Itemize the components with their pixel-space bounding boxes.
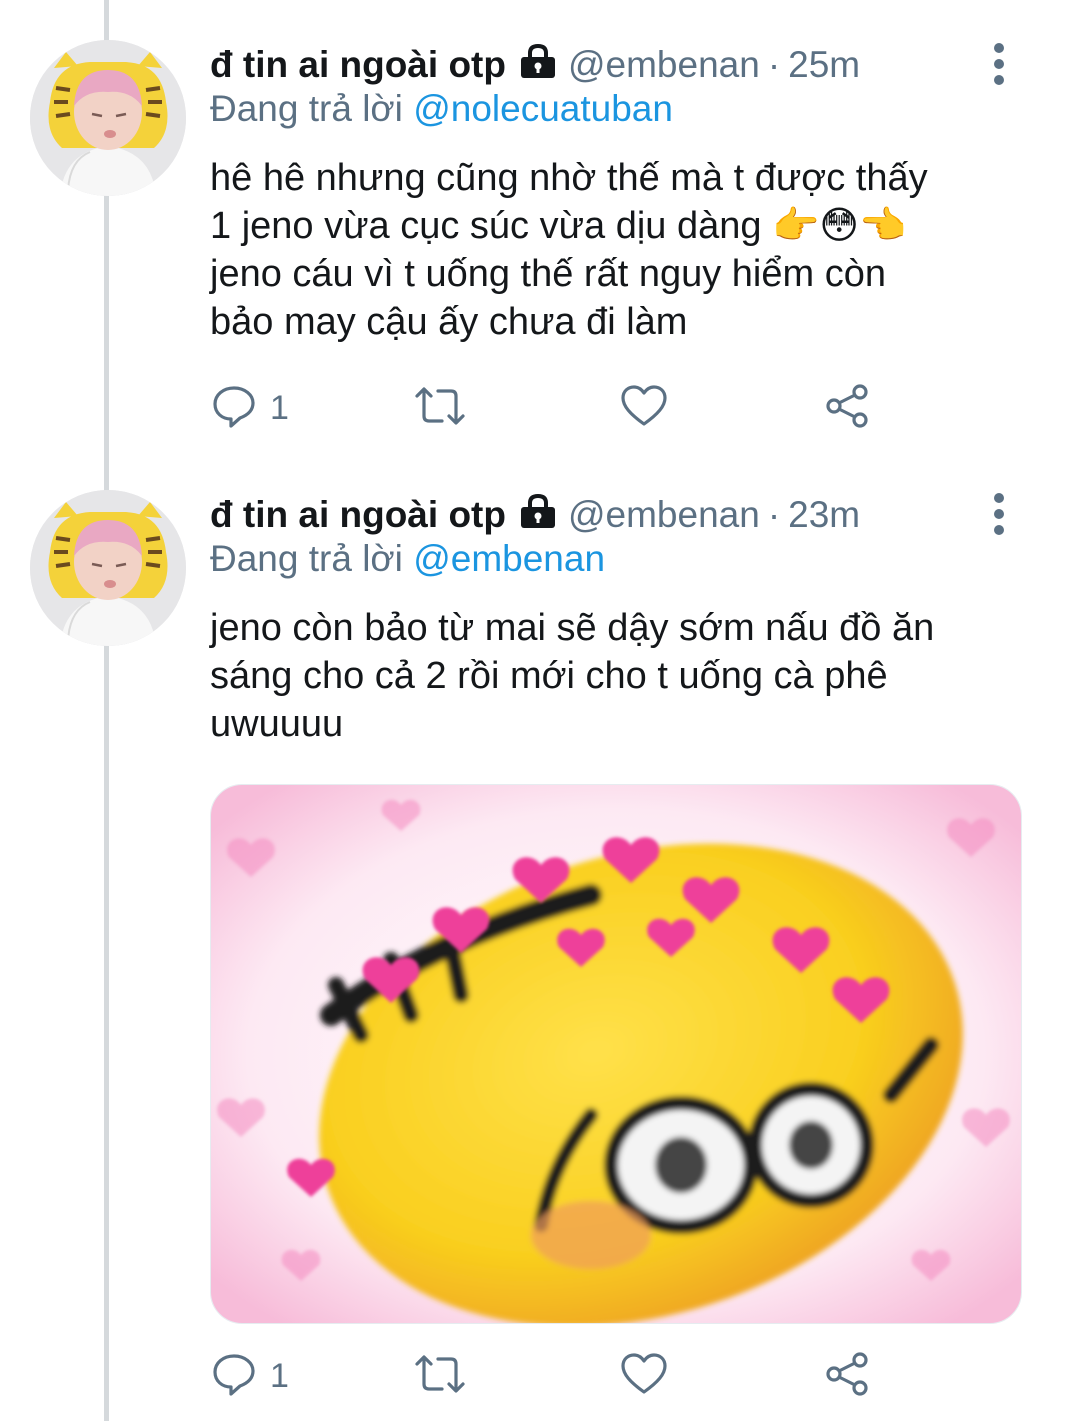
author-name[interactable]: đ tin ai ngoài otp [210, 494, 506, 536]
replying-prefix: Đang trả lời [210, 88, 403, 129]
author-name[interactable]: đ tin ai ngoài otp [210, 44, 506, 86]
retweet-icon [412, 384, 468, 433]
like-button[interactable] [620, 378, 668, 438]
avatar[interactable] [30, 490, 186, 646]
tweet-text-line: 1 jeno vừa cục súc vừa dịu dàng 👉😳👈 [210, 205, 907, 247]
reply-icon [212, 384, 256, 433]
tweet-text: jeno còn bảo từ mai sẽ dậy sớm nấu đồ ăn… [210, 604, 1030, 748]
reply-count: 1 [270, 1356, 289, 1395]
tweet-media-image[interactable] [210, 784, 1022, 1324]
tweet-text: hê hê nhưng cũng nhờ thế mà t được thấy … [210, 154, 1030, 346]
tweet-text-line: bảo may cậu ấy chưa đi làm [210, 301, 688, 343]
share-icon [824, 1350, 872, 1403]
replying-to: Đang trả lời @nolecuatuban [210, 88, 673, 130]
timestamp[interactable]: 23m [788, 494, 860, 536]
author-handle[interactable]: @embenan [568, 44, 760, 86]
tweet-text-line: uwuuuu [210, 703, 344, 745]
retweet-icon [412, 1352, 468, 1401]
timestamp[interactable]: 25m [788, 44, 860, 86]
tweet[interactable]: đ tin ai ngoài otp @embenan · 25m Đang t… [0, 40, 1080, 460]
lock-icon [518, 43, 558, 88]
reply-button[interactable]: 1 [212, 1346, 289, 1406]
share-icon [824, 382, 872, 435]
lock-icon [518, 493, 558, 538]
share-button[interactable] [824, 378, 872, 438]
reply-icon [212, 1352, 256, 1401]
share-button[interactable] [824, 1346, 872, 1406]
separator-dot: · [767, 494, 781, 535]
tweet-text-line: hê hê nhưng cũng nhờ thế mà t được thấy [210, 157, 928, 199]
avatar[interactable] [30, 40, 186, 196]
tweet-text-line: jeno cáu vì t uống thế rất nguy hiểm còn [210, 253, 886, 295]
like-icon [620, 1352, 668, 1401]
tweet-actions: 1 [212, 1346, 892, 1406]
tweet-text-line: jeno còn bảo từ mai sẽ dậy sớm nấu đồ ăn [210, 607, 935, 649]
reply-count: 1 [270, 388, 289, 427]
tweet[interactable]: đ tin ai ngoài otp @embenan · 23m Đang t… [0, 490, 1080, 1420]
like-icon [620, 384, 668, 433]
tweet-actions: 1 [212, 378, 892, 438]
tweet-header: đ tin ai ngoài otp @embenan · 25m [210, 40, 860, 90]
retweet-button[interactable] [412, 378, 468, 438]
mention-link[interactable]: @nolecuatuban [413, 88, 673, 129]
replying-prefix: Đang trả lời [210, 538, 403, 579]
replying-to: Đang trả lời @embenan [210, 538, 605, 580]
more-options-icon[interactable] [984, 42, 1014, 86]
more-options-icon[interactable] [984, 492, 1014, 536]
reply-button[interactable]: 1 [212, 378, 289, 438]
retweet-button[interactable] [412, 1346, 468, 1406]
like-button[interactable] [620, 1346, 668, 1406]
separator-dot: · [767, 44, 781, 85]
tweet-header: đ tin ai ngoài otp @embenan · 23m [210, 490, 860, 540]
tweet-text-line: sáng cho cả 2 rồi mới cho t uống cà phê [210, 655, 888, 697]
author-handle[interactable]: @embenan [568, 494, 760, 536]
mention-link[interactable]: @embenan [413, 538, 605, 579]
